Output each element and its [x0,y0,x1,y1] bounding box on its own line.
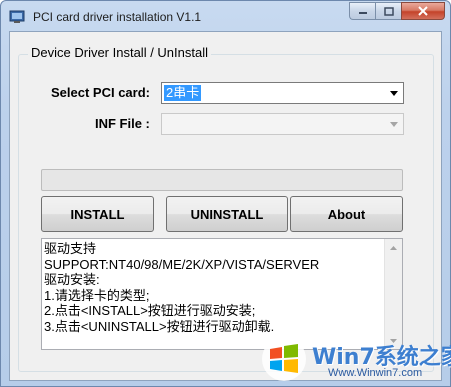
info-scrollbar[interactable] [384,239,402,349]
groupbox-title: Device Driver Install / UnInstall [28,45,211,60]
app-window: PCI card driver installation V1.1 Device… [0,0,451,387]
maximize-button[interactable] [375,2,401,20]
info-line: 3.点击<UNINSTALL>按钮进行驱动卸载. [44,318,275,334]
info-line: SUPPORT:NT40/98/ME/2K/XP/VISTA/SERVER [44,256,320,272]
app-icon [9,10,25,23]
about-button[interactable]: About [290,196,403,232]
inf-file-label: INF File : [95,116,150,131]
title-bar[interactable]: PCI card driver installation V1.1 [1,1,450,31]
caption-buttons [349,2,445,21]
chevron-down-icon [389,90,398,96]
windows-logo-icon [262,337,306,381]
inf-file-dropdown-button[interactable] [385,115,402,133]
pci-card-label: Select PCI card: [51,85,150,100]
info-line: 驱动支持 [44,241,97,256]
inf-file-select[interactable] [161,113,404,135]
uninstall-button[interactable]: UNINSTALL [166,196,288,232]
info-textarea[interactable]: 驱动支持 SUPPORT:NT40/98/ME/2K/XP/VISTA/SERVE… [41,238,403,350]
close-icon [418,6,428,16]
maximize-icon [383,6,394,16]
dialog-client: Device Driver Install / UnInstall Select… [9,31,442,381]
info-line: 驱动安装: [44,272,100,287]
pci-card-select[interactable]: 2串卡 [161,82,404,104]
scroll-up-icon [390,245,397,250]
watermark-url: Www.Winwin7.com [328,367,423,379]
close-button[interactable] [401,2,445,20]
info-line: 1.请选择卡的类型; [44,287,150,303]
window-title: PCI card driver installation V1.1 [33,10,202,24]
watermark: Win7系统之家 Www.Winwin7.com [256,335,451,383]
info-lines: 驱动支持 SUPPORT:NT40/98/ME/2K/XP/VISTA/SERVE… [44,241,384,334]
scroll-up-button[interactable] [385,239,402,256]
pci-card-dropdown-button[interactable] [385,84,402,102]
info-line: 2.点击<INSTALL>按钮进行驱动安装; [44,303,256,318]
install-button[interactable]: INSTALL [41,196,154,232]
minimize-button[interactable] [349,2,375,20]
chevron-down-icon [389,121,398,127]
minimize-icon [358,12,367,14]
install-progress-bar [41,169,403,191]
pci-card-selected-value: 2串卡 [164,85,202,101]
